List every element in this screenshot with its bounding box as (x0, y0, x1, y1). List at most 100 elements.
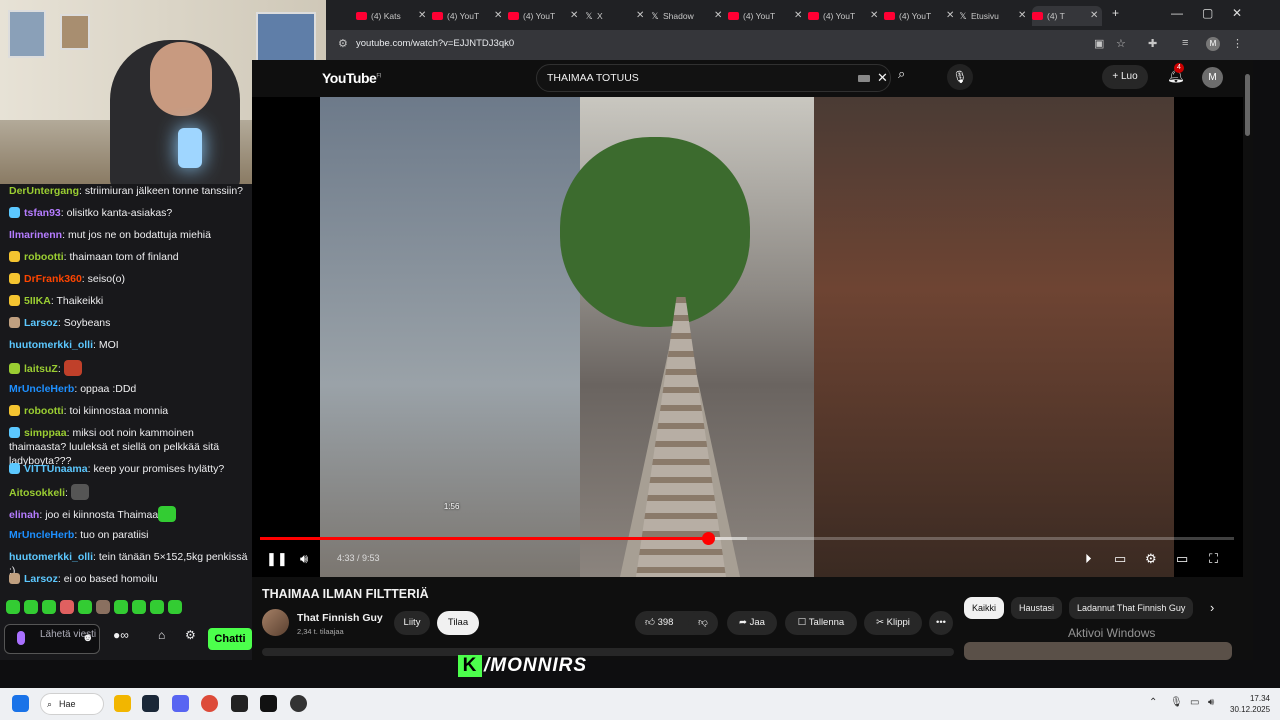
maximize-icon[interactable]: ▢ (1202, 6, 1213, 20)
tray-volume-icon[interactable]: 🔊︎ (1208, 697, 1214, 708)
subtitles-icon[interactable]: ▭ (1114, 551, 1126, 567)
taskbar-clock[interactable]: 17.34 30.12.2025 (1230, 693, 1270, 715)
chat-username[interactable]: laitsuZ (24, 363, 58, 375)
chat-username[interactable]: robootti (24, 251, 64, 263)
close-tab-icon[interactable]: ✕ (418, 6, 426, 26)
chat-username[interactable]: DerUntergang (9, 185, 79, 197)
install-icon[interactable]: ▣ (1094, 37, 1104, 50)
chat-username[interactable]: MrUncleHerb (9, 383, 74, 395)
clip-button[interactable]: ✂ Klippi (864, 611, 922, 635)
browser-tab[interactable]: (4) YouT ✕ (432, 6, 506, 26)
video-player[interactable]: 1:56 ❚❚ 🔊︎ 4:33 / 9:53 ⏵ ▭ ⚙ ▭ ⛶ (252, 97, 1243, 577)
steam-icon[interactable] (142, 695, 159, 712)
chat-username[interactable]: robootti (24, 405, 64, 417)
chip-uploaded[interactable]: Ladannut That Finnish Guy (1069, 597, 1194, 619)
chat-username[interactable]: Larsoz (24, 317, 58, 329)
channel-avatar[interactable] (262, 609, 289, 636)
page-scrollbar[interactable] (1243, 60, 1253, 660)
close-tab-icon[interactable]: ✕ (794, 6, 802, 26)
browser-tab[interactable]: 𝕏 Etusivu ✕ (958, 6, 1030, 26)
browser-tab[interactable]: (4) YouT ✕ (508, 6, 582, 26)
chat-input[interactable]: Lähetä viesti ☻ (4, 624, 100, 654)
emoji-icon[interactable]: ☻ (82, 633, 94, 644)
theater-mode-icon[interactable]: ▭ (1176, 551, 1188, 567)
close-tab-icon[interactable]: ✕ (1090, 6, 1098, 26)
chat-username[interactable]: Aitosokkeli (9, 487, 65, 499)
notifications-bell-icon[interactable]: 🔔︎ 4 (1167, 63, 1185, 84)
settings-icon[interactable]: ⚙ (185, 628, 196, 642)
browser-tab[interactable]: (4) Kats ✕ (356, 6, 430, 26)
new-tab-icon[interactable]: + (1112, 6, 1119, 20)
chip-all[interactable]: Kaikki (964, 597, 1005, 619)
chat-username[interactable]: huutomerkki_olli (9, 339, 93, 351)
emote-bar[interactable] (6, 600, 182, 614)
voice-search-icon[interactable]: 🎙︎ (947, 64, 973, 90)
volume-icon[interactable]: 🔊︎ (300, 551, 308, 567)
close-tab-icon[interactable]: ✕ (714, 6, 722, 26)
close-tab-icon[interactable]: ✕ (870, 6, 878, 26)
app-icon[interactable] (290, 695, 307, 712)
create-button[interactable]: + Luo (1102, 65, 1148, 89)
related-video-thumbnails[interactable] (964, 642, 1232, 660)
profile-avatar[interactable]: M (1206, 37, 1220, 51)
clear-search-icon[interactable]: ✕ (877, 65, 888, 91)
chat-emote[interactable] (63, 360, 82, 376)
subscribe-button[interactable]: Tilaa (437, 611, 479, 635)
close-tab-icon[interactable]: ✕ (1018, 6, 1026, 26)
scrubber-handle[interactable] (702, 532, 716, 545)
chip-search[interactable]: Haustasi (1011, 597, 1063, 619)
tray-display-icon[interactable]: ▭ (1190, 697, 1199, 708)
fullscreen-icon[interactable]: ⛶ (1209, 551, 1218, 567)
chat-emote[interactable] (70, 484, 89, 500)
url-field[interactable]: youtube.com/watch?v=EJJNTDJ3qk0 (356, 38, 514, 49)
keyboard-icon[interactable] (858, 75, 870, 82)
close-window-icon[interactable]: ✕ (1232, 6, 1242, 20)
search-icon[interactable]: ⌕ (898, 66, 905, 82)
save-button[interactable]: ☐ Tallenna (785, 611, 857, 635)
chrome-icon[interactable] (201, 695, 218, 712)
minimize-icon[interactable]: — (1171, 6, 1183, 20)
media-icon[interactable]: ≡ (1182, 37, 1188, 49)
tray-mic-icon[interactable]: 🎙︎ (1170, 697, 1183, 708)
account-avatar[interactable]: M (1202, 67, 1223, 88)
taskbar-search[interactable]: ⌕ Hae (40, 693, 104, 715)
discord-icon[interactable] (172, 695, 189, 712)
start-icon[interactable] (12, 695, 29, 712)
close-tab-icon[interactable]: ✕ (570, 6, 578, 26)
chat-username[interactable]: MrUncleHerb (9, 529, 74, 541)
chat-username[interactable]: Larsoz (24, 573, 58, 585)
x-app-icon[interactable] (231, 695, 248, 712)
chat-username[interactable]: huutomerkki_olli (9, 551, 93, 563)
chips-next-icon[interactable]: › (1210, 600, 1214, 615)
more-actions-icon[interactable]: ••• (929, 611, 953, 635)
close-tab-icon[interactable]: ✕ (636, 6, 644, 26)
close-tab-icon[interactable]: ✕ (946, 6, 954, 26)
chat-username[interactable]: elinah (9, 509, 39, 521)
browser-tab[interactable]: (4) T ✕ (1032, 6, 1102, 26)
bookmark-star-icon[interactable]: ☆ (1116, 37, 1126, 50)
description-box[interactable] (262, 648, 954, 656)
store-icon[interactable]: ⌂ (158, 628, 165, 642)
file-explorer-icon[interactable] (114, 695, 131, 712)
menu-icon[interactable]: ⋮ (1232, 37, 1243, 50)
join-button[interactable]: Liity (394, 611, 430, 635)
obs-icon[interactable] (260, 695, 277, 712)
dislike-button[interactable]: 👎︎ (688, 611, 718, 635)
tray-expand-icon[interactable]: ⌃ (1149, 697, 1157, 708)
share-button[interactable]: ➦ Jaa (727, 611, 777, 635)
search-input[interactable]: THAIMAA TOTUUS ✕ (536, 64, 891, 92)
chat-username[interactable]: tsfan93 (24, 207, 61, 219)
browser-tab[interactable]: (4) YouT ✕ (728, 6, 806, 26)
pause-icon[interactable]: ❚❚ (266, 551, 288, 567)
extensions-icon[interactable]: ✚ (1148, 37, 1157, 50)
chat-send-button[interactable]: Chatti (208, 628, 252, 650)
chat-emote[interactable] (158, 506, 177, 522)
autoplay-toggle[interactable]: ⏵ (1085, 551, 1092, 567)
browser-tab[interactable]: 𝕏 X ✕ (584, 6, 648, 26)
chat-username[interactable]: simppaa (24, 427, 67, 439)
chat-username[interactable]: DrFrank360 (24, 273, 82, 285)
browser-tab[interactable]: 𝕏 Shadow ✕ (650, 6, 726, 26)
settings-gear-icon[interactable]: ⚙ (1145, 551, 1157, 567)
chat-username[interactable]: VITTUnaama (24, 463, 88, 475)
browser-tab[interactable]: (4) YouT ✕ (808, 6, 882, 26)
